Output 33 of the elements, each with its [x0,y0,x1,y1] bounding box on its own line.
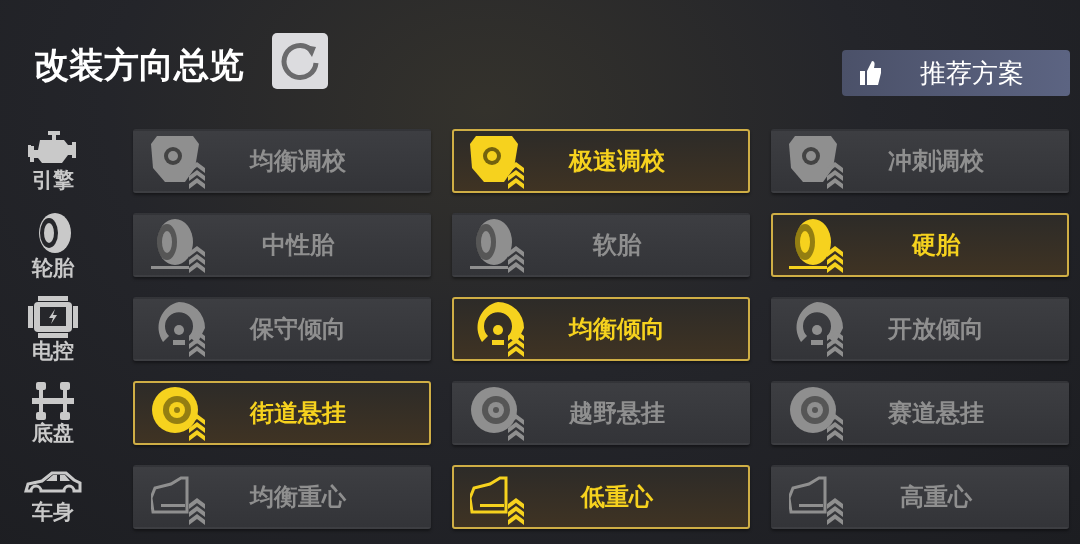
option-button[interactable]: 赛道悬挂 [771,381,1069,445]
chip-icon [27,295,78,338]
category-label: 电控 [31,338,74,363]
category-label: 轮胎 [31,255,74,280]
option-button[interactable]: 极速调校 [452,129,750,193]
option-button[interactable]: 保守倾向 [133,297,431,361]
brake-disc-icon [789,384,845,442]
chassis-icon [29,381,76,420]
tire-icon [470,216,526,274]
option-button[interactable]: 硬胎 [771,213,1069,277]
category-label: 引擎 [31,167,74,192]
brake-disc-icon [151,384,207,442]
tire-icon [789,216,845,274]
option-button[interactable]: 越野悬挂 [452,381,750,445]
refresh-button[interactable] [272,33,328,89]
option-button[interactable]: 均衡调校 [133,129,431,193]
option-button[interactable]: 均衡重心 [133,465,431,529]
category-label: 底盘 [31,420,74,445]
recommend-button[interactable]: 推荐方案 [842,50,1070,96]
option-button[interactable]: 中性胎 [133,213,431,277]
option-button[interactable]: 低重心 [452,465,750,529]
option-button[interactable]: 高重心 [771,465,1069,529]
brake-disc-icon [470,384,526,442]
category-label: 车身 [31,499,74,524]
option-button[interactable]: 街道悬挂 [133,381,431,445]
refresh-icon [280,41,320,81]
page-title: 改装方向总览 [34,45,244,85]
option-button[interactable]: 开放倾向 [771,297,1069,361]
tire-icon [151,216,207,274]
thumbs-up-icon [860,61,882,85]
option-button[interactable]: 软胎 [452,213,750,277]
option-button[interactable]: 冲刺调校 [771,129,1069,193]
option-button[interactable]: 均衡倾向 [452,297,750,361]
